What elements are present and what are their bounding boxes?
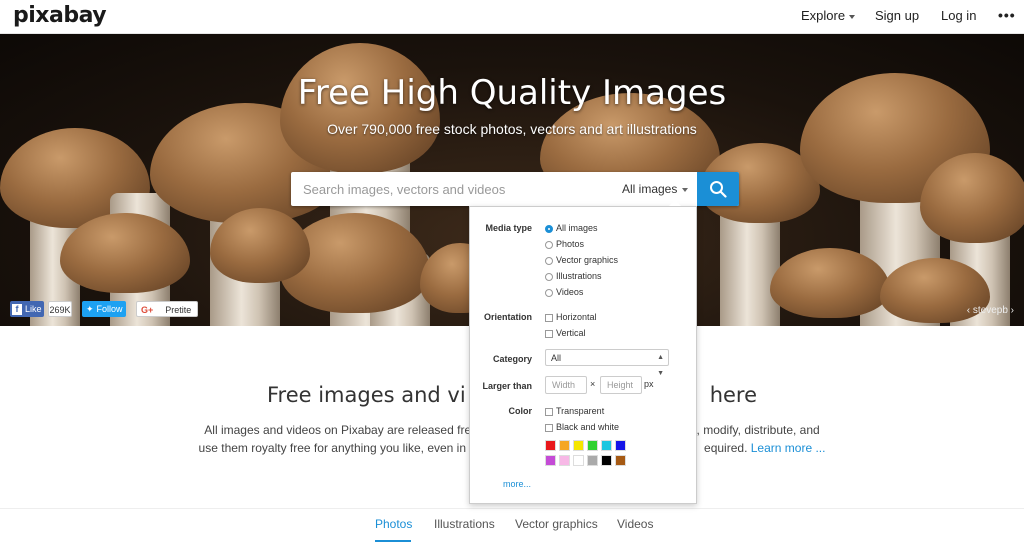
updown-arrows-icon: ▲ ▼ xyxy=(657,354,664,377)
width-input[interactable]: Width xyxy=(545,376,587,394)
radio-icon xyxy=(545,272,553,281)
section-title-left: Free images and vi xyxy=(266,383,466,407)
color-swatch[interactable] xyxy=(573,455,584,466)
hero-subtitle: Over 790,000 free stock photos, vectors … xyxy=(327,121,697,137)
more-filters-link[interactable]: more... xyxy=(503,479,531,489)
media-tabs: Photos Illustrations Vector graphics Vid… xyxy=(0,508,1024,544)
description-line2-left: use them royalty free for anything you l… xyxy=(198,441,467,455)
option-label: Photos xyxy=(556,239,585,249)
facebook-like-label: Like xyxy=(25,304,42,314)
google-plus-button[interactable]: G+ Pretite xyxy=(136,301,198,317)
facebook-like-count: 269K xyxy=(48,301,72,317)
search-icon xyxy=(710,181,727,198)
chevron-down-icon xyxy=(849,14,856,19)
tab-illustrations[interactable]: Illustrations xyxy=(434,517,495,531)
option-label: Illustrations xyxy=(556,271,602,281)
times-sign: × xyxy=(590,379,596,389)
orientation-vertical[interactable]: Vertical xyxy=(545,327,586,339)
option-label: Videos xyxy=(556,287,584,297)
photo-credit[interactable]: ‹ stevepb › xyxy=(967,305,1014,316)
google-plus-icon: G+ xyxy=(141,305,154,315)
photo-credit-name: stevepb xyxy=(972,305,1008,316)
media-option-videos[interactable]: Videos xyxy=(545,286,583,298)
tab-videos[interactable]: Videos xyxy=(617,517,653,531)
color-swatch[interactable] xyxy=(559,440,570,451)
search-input[interactable] xyxy=(291,172,621,206)
media-type-label: Media type xyxy=(485,223,532,233)
facebook-icon: f xyxy=(12,304,22,315)
section-title-right: here xyxy=(709,383,758,407)
color-swatch[interactable] xyxy=(587,440,598,451)
radio-icon xyxy=(545,256,553,265)
tab-vector-graphics[interactable]: Vector graphics xyxy=(515,517,598,531)
option-label: Horizontal xyxy=(556,312,597,322)
color-swatch[interactable] xyxy=(601,455,612,466)
checkbox-icon xyxy=(545,423,553,432)
height-input[interactable]: Height xyxy=(600,376,642,394)
category-label: Category xyxy=(492,354,532,364)
color-swatch[interactable] xyxy=(559,455,570,466)
option-label: Transparent xyxy=(556,406,605,416)
checkbox-icon xyxy=(545,329,553,338)
orientation-label: Orientation xyxy=(483,312,532,322)
larger-than-label: Larger than xyxy=(482,381,532,391)
hero-title: Free High Quality Images xyxy=(297,73,727,113)
login-link[interactable]: Log in xyxy=(941,0,976,33)
color-swatch[interactable] xyxy=(615,440,626,451)
learn-more-link[interactable]: Learn more ... xyxy=(751,441,826,455)
color-swatch[interactable] xyxy=(601,440,612,451)
search-button[interactable] xyxy=(697,172,739,206)
google-plus-label: Pretite xyxy=(165,305,192,315)
option-label: All images xyxy=(556,223,598,233)
category-select[interactable]: All ▲ ▼ xyxy=(545,349,669,377)
media-option-photos[interactable]: Photos xyxy=(545,238,584,250)
checkbox-icon xyxy=(545,407,553,416)
explore-menu[interactable]: Explore xyxy=(801,0,856,33)
active-tab-indicator xyxy=(375,540,411,542)
color-swatch[interactable] xyxy=(545,440,556,451)
search-filter-panel: Media type All images Photos Vector grap… xyxy=(469,206,697,504)
pixabay-logo[interactable]: pixabay xyxy=(13,3,107,28)
tab-photos[interactable]: Photos xyxy=(375,517,412,531)
option-label: Black and white xyxy=(556,422,620,432)
description-line2-right: equired. xyxy=(704,441,748,455)
panel-pointer xyxy=(669,200,681,206)
media-option-illustrations[interactable]: Illustrations xyxy=(545,270,602,282)
media-option-vector-graphics[interactable]: Vector graphics xyxy=(545,254,618,266)
facebook-like-button[interactable]: f Like xyxy=(10,301,44,317)
top-navbar: pixabay Explore Sign up Log in ••• xyxy=(0,0,1024,34)
checkbox-icon xyxy=(545,313,553,322)
chevron-down-icon xyxy=(682,187,689,192)
option-label: Vertical xyxy=(556,328,586,338)
color-swatch[interactable] xyxy=(615,455,626,466)
color-label: Color xyxy=(508,406,533,416)
category-selected: All xyxy=(551,353,562,363)
twitter-follow-label: Follow xyxy=(96,304,123,314)
media-option-all-images[interactable]: All images xyxy=(545,222,598,234)
radio-icon xyxy=(545,240,553,249)
color-black-and-white[interactable]: Black and white xyxy=(545,421,619,433)
orientation-horizontal[interactable]: Horizontal xyxy=(545,311,597,323)
radio-icon xyxy=(545,288,553,297)
color-swatch[interactable] xyxy=(545,455,556,466)
color-swatch[interactable] xyxy=(573,440,584,451)
signup-link[interactable]: Sign up xyxy=(875,0,919,33)
twitter-follow-button[interactable]: ✦ Follow xyxy=(82,301,126,317)
twitter-icon: ✦ xyxy=(86,304,94,314)
explore-label: Explore xyxy=(801,8,846,23)
radio-icon xyxy=(545,224,553,233)
color-swatch[interactable] xyxy=(587,455,598,466)
media-type-selected: All images xyxy=(622,182,678,196)
option-label: Vector graphics xyxy=(556,255,619,265)
color-transparent[interactable]: Transparent xyxy=(545,405,604,417)
px-unit: px xyxy=(644,379,654,389)
more-options-icon[interactable]: ••• xyxy=(998,0,1016,33)
